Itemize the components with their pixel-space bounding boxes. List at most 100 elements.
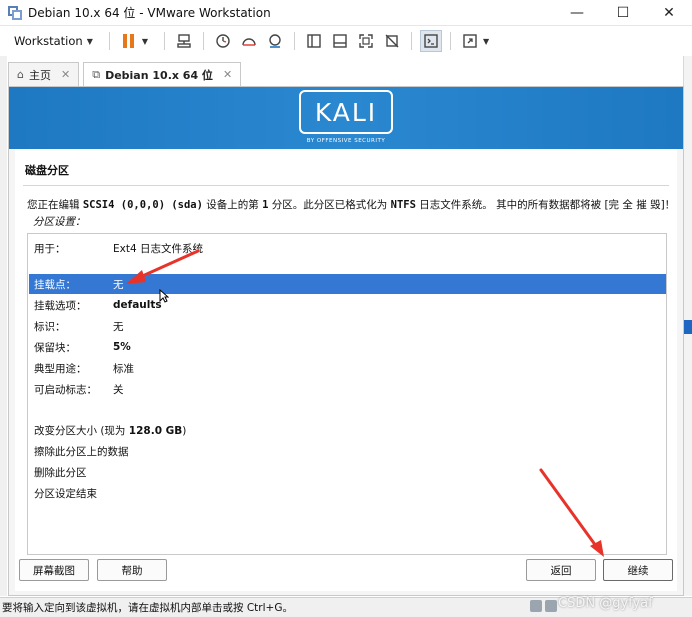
row-key: 标识： bbox=[34, 320, 66, 333]
row-value: 标准 bbox=[113, 362, 134, 375]
vm-icon: ⧉ bbox=[92, 67, 101, 81]
resize-text: ) bbox=[182, 424, 187, 437]
mouse-cursor-icon bbox=[159, 289, 169, 303]
desc-filesystem: NTFS bbox=[390, 199, 416, 211]
tab-label: Debian 10.x 64 位 bbox=[105, 68, 213, 82]
page-title: 磁盘分区 bbox=[25, 164, 69, 177]
console-view-button[interactable] bbox=[420, 30, 443, 52]
stretch-icon bbox=[463, 34, 477, 48]
tab-home[interactable]: ⌂ 主页 ✕ bbox=[8, 62, 80, 86]
list-item-use-as[interactable]: 用于： Ext4 日志文件系统 bbox=[29, 238, 666, 258]
partition-settings-list: 用于： Ext4 日志文件系统 挂载点： 无 挂载选项： defaults 标识… bbox=[27, 233, 667, 555]
toolbar-divider bbox=[203, 32, 205, 50]
list-item-delete-partition[interactable]: 删除此分区 bbox=[29, 462, 666, 482]
snapshot-manager-icon bbox=[269, 34, 281, 48]
list-item-done-setting-up[interactable]: 分区设定结束 bbox=[29, 483, 666, 503]
back-button[interactable]: 返回 bbox=[526, 559, 596, 581]
row-value: 5% bbox=[113, 341, 131, 353]
list-item-bootable-flag[interactable]: 可启动标志： 关 bbox=[29, 379, 666, 399]
row-value: Ext4 日志文件系统 bbox=[113, 242, 203, 255]
kali-logo: KALI bbox=[299, 90, 393, 134]
toolbar-divider bbox=[450, 32, 452, 50]
settings-label: 分区设置： bbox=[33, 216, 86, 228]
revert-snapshot-icon bbox=[242, 38, 256, 46]
snapshot-button[interactable] bbox=[212, 30, 234, 52]
row-key: 挂载选项： bbox=[34, 299, 87, 312]
status-text: 要将输入定向到该虚拟机，请在虚拟机内部单击或按 Ctrl+G。 bbox=[2, 602, 293, 614]
toolbar-divider bbox=[294, 32, 296, 50]
installer-banner: KALI BY OFFENSIVE SECURITY bbox=[9, 87, 683, 149]
list-item-label[interactable]: 标识： 无 bbox=[29, 316, 666, 336]
resize-size: 128.0 GB bbox=[128, 424, 183, 437]
list-item-resize-partition[interactable]: 改变分区大小 (现为 128.0 GB) bbox=[29, 420, 666, 440]
help-button[interactable]: 帮助 bbox=[97, 559, 167, 581]
thumbnail-layout-icon bbox=[333, 34, 347, 48]
continue-button[interactable]: 继续 bbox=[603, 559, 673, 581]
row-value: 无 bbox=[113, 320, 124, 333]
terminal-icon bbox=[424, 34, 438, 48]
list-item-mount-options[interactable]: 挂载选项： defaults bbox=[29, 295, 666, 315]
desc-text: 设备上的第 bbox=[202, 199, 263, 211]
list-item-mount-point[interactable]: 挂载点： 无 bbox=[29, 274, 666, 294]
close-button[interactable]: ✕ bbox=[646, 0, 692, 26]
background-highlight bbox=[684, 320, 692, 334]
row-value: 关 bbox=[113, 383, 124, 396]
row-label: 擦除此分区上的数据 bbox=[34, 445, 129, 458]
close-icon[interactable]: ✕ bbox=[223, 68, 232, 81]
maximize-button[interactable]: ☐ bbox=[600, 0, 646, 26]
row-label: 分区设定结束 bbox=[34, 487, 97, 500]
list-item-erase-data[interactable]: 擦除此分区上的数据 bbox=[29, 441, 666, 461]
pause-icon-bar bbox=[130, 34, 135, 48]
screenshot-button[interactable]: 屏幕截图 bbox=[19, 559, 89, 581]
stretch-menu-caret-icon[interactable]: ▼ bbox=[483, 37, 489, 46]
hard-disk-icon[interactable] bbox=[530, 600, 542, 612]
row-value: defaults bbox=[113, 299, 162, 311]
row-key: 挂载点： bbox=[34, 278, 76, 291]
kali-logo-subtitle: BY OFFENSIVE SECURITY bbox=[306, 138, 386, 144]
window-title: Debian 10.x 64 位 - VMware Workstation bbox=[28, 6, 271, 20]
tab-debian-vm[interactable]: ⧉ Debian 10.x 64 位 ✕ bbox=[83, 62, 242, 86]
power-menu-caret-icon[interactable]: ▼ bbox=[142, 37, 148, 46]
row-key: 可启动标志： bbox=[34, 383, 97, 396]
stretch-guest-button[interactable] bbox=[459, 30, 481, 52]
revert-snapshot-button[interactable] bbox=[238, 30, 260, 52]
list-item-typical-usage[interactable]: 典型用途： 标准 bbox=[29, 358, 666, 378]
full-screen-button[interactable] bbox=[355, 30, 377, 52]
sidebar-toggle-button[interactable] bbox=[303, 30, 325, 52]
desc-text: 日志文件系统。 其中的所有数据都将被 [完 全 摧 毁]！ bbox=[415, 199, 676, 211]
pause-button[interactable] bbox=[118, 30, 140, 52]
thumbnail-bar-button[interactable] bbox=[329, 30, 351, 52]
toolbar: Workstation ▼ ▼ ▼ bbox=[0, 27, 692, 55]
toolbar-divider bbox=[411, 32, 413, 50]
desc-text: 您正在编辑 bbox=[27, 199, 83, 211]
partition-description: 您正在编辑 SCSI4 (0,0,0) (sda) 设备上的第 1 分区。此分区… bbox=[27, 197, 675, 212]
home-icon: ⌂ bbox=[17, 68, 24, 81]
installer-panel: 磁盘分区 您正在编辑 SCSI4 (0,0,0) (sda) 设备上的第 1 分… bbox=[15, 149, 677, 591]
pause-icon bbox=[123, 34, 128, 48]
send-ctrl-alt-del-button[interactable] bbox=[173, 30, 195, 52]
workstation-menu-caret-icon[interactable]: ▼ bbox=[87, 37, 93, 46]
toolbar-divider bbox=[108, 32, 110, 50]
device-status-icons bbox=[530, 600, 560, 612]
desc-text: 分区。此分区已格式化为 bbox=[268, 199, 391, 211]
toolbar-divider bbox=[164, 32, 166, 50]
close-icon[interactable]: ✕ bbox=[61, 68, 70, 81]
list-item-reserved-blocks[interactable]: 保留块： 5% bbox=[29, 337, 666, 357]
network-adapter-icon[interactable] bbox=[545, 600, 557, 612]
row-label: 改变分区大小 (现为 128.0 GB) bbox=[34, 423, 186, 438]
minimize-button[interactable]: — bbox=[554, 0, 600, 26]
watermark: CSDN @gyfyaf bbox=[558, 596, 653, 611]
row-label: 删除此分区 bbox=[34, 466, 87, 479]
resize-text: 改变分区大小 (现为 bbox=[34, 424, 129, 437]
snapshot-manager-button[interactable] bbox=[264, 30, 286, 52]
desc-device: SCSI4 (0,0,0) (sda) bbox=[82, 199, 203, 211]
unity-disabled-icon bbox=[385, 34, 399, 48]
row-key: 保留块： bbox=[34, 341, 76, 354]
workstation-menu[interactable]: Workstation bbox=[14, 34, 83, 48]
sidebar-layout-icon bbox=[307, 34, 321, 48]
full-screen-icon bbox=[359, 34, 373, 48]
vm-console[interactable]: KALI BY OFFENSIVE SECURITY 磁盘分区 您正在编辑 SC… bbox=[8, 86, 684, 596]
tab-label: 主页 bbox=[28, 68, 51, 82]
row-key: 用于： bbox=[34, 242, 66, 255]
unity-button[interactable] bbox=[381, 30, 403, 52]
